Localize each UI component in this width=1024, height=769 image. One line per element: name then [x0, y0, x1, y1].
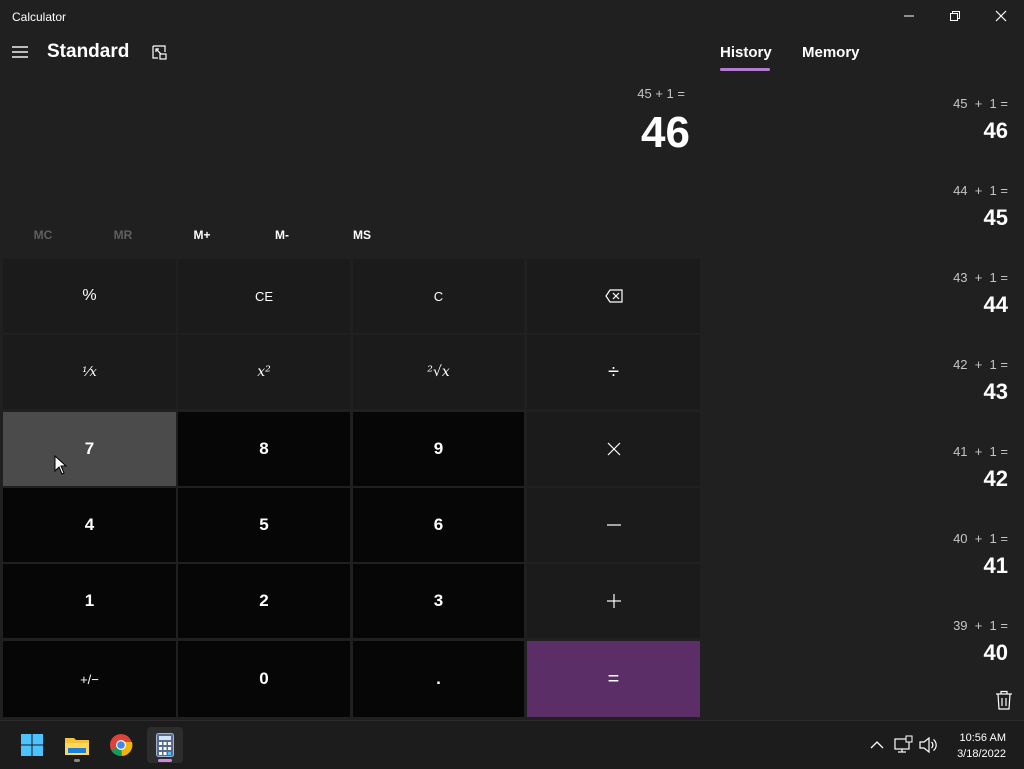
history-expression: 40 + 1 = [953, 531, 1008, 546]
square-icon: x² [257, 364, 271, 380]
multiply-key[interactable] [527, 412, 700, 486]
start-button[interactable] [14, 727, 50, 763]
restore-button[interactable] [932, 0, 978, 32]
plus-icon [606, 594, 621, 608]
divide-icon: ÷ [608, 360, 619, 383]
history-result: 43 [983, 379, 1008, 404]
history-result: 44 [983, 292, 1008, 317]
digit-3-key[interactable]: 3 [353, 564, 524, 638]
mouse-cursor-icon [54, 455, 68, 475]
keypad: % CE C ¹⁄x x² ²√x ÷ 7 8 9 4 5 6 1 2 3 +/… [3, 259, 700, 717]
clear-history-button[interactable] [995, 690, 1013, 710]
history-item[interactable]: 42 + 1 = 43 [720, 351, 1010, 431]
history-expression: 44 + 1 = [953, 183, 1008, 198]
active-tab-indicator [720, 68, 770, 71]
digit-1-key[interactable]: 1 [3, 564, 176, 638]
history-result: 40 [983, 640, 1008, 665]
volume-icon[interactable] [918, 735, 938, 755]
backspace-icon [604, 289, 623, 303]
history-item[interactable]: 39 + 1 = 40 [720, 612, 1010, 692]
minimize-button[interactable] [886, 0, 932, 32]
result-display: 46 [641, 108, 690, 157]
hamburger-icon [12, 46, 28, 58]
history-expression: 42 + 1 = [953, 357, 1008, 372]
history-item[interactable]: 40 + 1 = 41 [720, 525, 1010, 605]
taskbar-clock[interactable]: 10:56 AM 3/18/2022 [957, 730, 1006, 762]
expression-display: 45 + 1 = [637, 86, 685, 101]
digit-2-key[interactable]: 2 [178, 564, 350, 638]
history-result: 41 [983, 553, 1008, 578]
divide-key[interactable]: ÷ [527, 335, 700, 409]
minus-icon [606, 524, 621, 526]
subtract-key[interactable] [527, 488, 700, 562]
digit-7-key[interactable]: 7 [3, 412, 176, 486]
clock-time: 10:56 AM [959, 732, 1006, 744]
history-result: 46 [983, 118, 1008, 143]
memory-add-button[interactable]: M+ [162, 222, 242, 248]
history-item[interactable]: 41 + 1 = 42 [720, 438, 1010, 518]
title-bar: Calculator [0, 0, 1024, 32]
digit-0-key[interactable]: 0 [178, 641, 350, 717]
add-key[interactable] [527, 564, 700, 638]
memory-subtract-button[interactable]: M- [242, 222, 322, 248]
minimize-icon [904, 15, 914, 17]
network-icon[interactable] [893, 735, 913, 755]
square-root-key[interactable]: ²√x [353, 335, 524, 409]
memory-clear-button[interactable]: MC [3, 222, 83, 248]
square-root-icon: ²√x [427, 364, 450, 380]
history-result: 45 [983, 205, 1008, 230]
history-expression: 43 + 1 = [953, 270, 1008, 285]
history-item[interactable]: 44 + 1 = 45 [720, 177, 1010, 257]
mode-title: Standard [47, 41, 130, 62]
multiply-icon [607, 442, 620, 456]
close-icon [995, 10, 1007, 22]
taskbar: 10:56 AM 3/18/2022 [0, 720, 1024, 769]
memory-controls: MC MR M+ M- MS [3, 222, 403, 248]
taskbar-calculator[interactable] [147, 727, 183, 763]
keep-on-top-icon [152, 45, 167, 60]
reciprocal-icon: ¹⁄x [82, 364, 97, 380]
history-expression: 41 + 1 = [953, 444, 1008, 459]
taskbar-chrome[interactable] [103, 727, 139, 763]
percent-key[interactable]: % [3, 259, 176, 333]
trash-icon [996, 690, 1012, 710]
digit-8-key[interactable]: 8 [178, 412, 350, 486]
window-title: Calculator [12, 10, 67, 24]
digit-4-key[interactable]: 4 [3, 488, 176, 562]
digit-5-key[interactable]: 5 [178, 488, 350, 562]
calculator-header: Standard [0, 36, 700, 72]
memory-store-button[interactable]: MS [322, 222, 402, 248]
folder-icon [65, 738, 89, 755]
backspace-key[interactable] [527, 259, 700, 333]
equals-key[interactable]: = [527, 641, 700, 717]
keep-on-top-button[interactable] [151, 44, 169, 62]
clock-date: 3/18/2022 [957, 748, 1006, 760]
clear-entry-key[interactable]: CE [178, 259, 350, 333]
windows-logo-icon [21, 734, 43, 756]
taskbar-file-explorer[interactable] [59, 727, 95, 763]
active-indicator [158, 759, 172, 762]
history-expression: 39 + 1 = [953, 618, 1008, 633]
chrome-icon [110, 734, 133, 757]
tab-history[interactable]: History [720, 44, 772, 61]
history-item[interactable]: 45 + 1 = 46 [720, 90, 1010, 170]
history-item[interactable]: 43 + 1 = 44 [720, 264, 1010, 344]
decimal-key[interactable]: . [353, 641, 524, 717]
close-button[interactable] [978, 0, 1024, 32]
square-key[interactable]: x² [178, 335, 350, 409]
running-indicator [74, 759, 80, 762]
chevron-up-icon[interactable] [867, 735, 887, 755]
reciprocal-key[interactable]: ¹⁄x [3, 335, 176, 409]
memory-recall-button[interactable]: MR [83, 222, 163, 248]
navigation-menu-button[interactable] [10, 42, 30, 62]
restore-icon [950, 11, 960, 21]
history-result: 42 [983, 466, 1008, 491]
negate-key[interactable]: +/− [3, 641, 176, 717]
history-expression: 45 + 1 = [953, 96, 1008, 111]
digit-6-key[interactable]: 6 [353, 488, 524, 562]
calculator-app-icon [156, 733, 174, 757]
clear-key[interactable]: C [353, 259, 524, 333]
digit-9-key[interactable]: 9 [353, 412, 524, 486]
tab-memory[interactable]: Memory [802, 44, 860, 61]
